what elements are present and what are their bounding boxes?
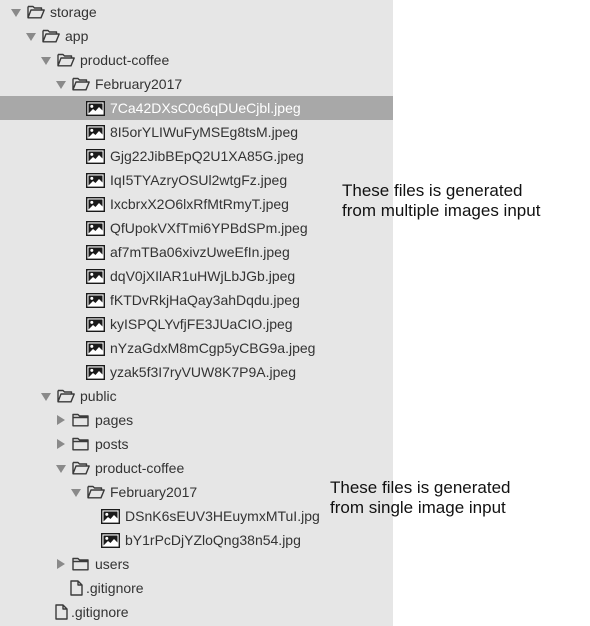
file-tree-panel: storage app product-coffee February2017 7Ca4… <box>0 0 393 626</box>
tree-item-label: users <box>95 556 130 572</box>
image-file-icon <box>86 192 105 216</box>
image-file-icon <box>101 504 120 528</box>
image-file-icon <box>86 336 105 360</box>
tree-item-label: 7Ca42DXsC0c6qDUeCjbl.jpeg <box>110 100 301 116</box>
collapse-arrow-icon[interactable] <box>53 456 67 480</box>
tree-folder-row[interactable]: product-coffee <box>0 48 393 72</box>
tree-item-label: fKTDvRkjHaQay3ahDqdu.jpeg <box>110 292 300 308</box>
collapse-arrow-icon[interactable] <box>23 24 37 48</box>
collapse-arrow-icon[interactable] <box>68 480 82 504</box>
expand-arrow-icon[interactable] <box>53 552 67 576</box>
tree-folder-row[interactable]: February2017 <box>0 72 393 96</box>
tree-item-label: product-coffee <box>95 460 185 476</box>
tree-item-label: af7mTBa06xivzUweEfIn.jpeg <box>110 244 290 260</box>
tree-file-row[interactable]: .gitignore <box>0 600 393 624</box>
annotation-multiple-images: These files is generated from multiple i… <box>342 181 540 221</box>
tree-item-label: kyISPQLYvfjFE3JUaCIO.jpeg <box>110 316 293 332</box>
folder-icon <box>71 432 90 456</box>
tree-item-label: IqI5TYAzryOSUl2wtgFz.jpeg <box>110 172 288 188</box>
tree-item-label: QfUpokVXfTmi6YPBdSPm.jpeg <box>110 220 308 236</box>
tree-file-row[interactable]: Gjg22JibBEpQ2U1XA85G.jpeg <box>0 144 393 168</box>
expand-arrow-icon[interactable] <box>53 408 67 432</box>
tree-file-row[interactable]: dqV0jXIlAR1uHWjLbJGb.jpeg <box>0 264 393 288</box>
folder-icon <box>71 408 90 432</box>
annotation-single-image: These files is generated from single ima… <box>330 478 511 518</box>
folder-open-icon <box>56 384 75 408</box>
tree-folder-row[interactable]: product-coffee <box>0 456 393 480</box>
tree-file-row[interactable]: kyISPQLYvfjFE3JUaCIO.jpeg <box>0 312 393 336</box>
image-file-icon <box>86 216 105 240</box>
tree-folder-row[interactable]: app <box>0 24 393 48</box>
tree-file-row[interactable]: fKTDvRkjHaQay3ahDqdu.jpeg <box>0 288 393 312</box>
tree-file-row[interactable]: bY1rPcDjYZloQng38n54.jpg <box>0 528 393 552</box>
tree-item-label: posts <box>95 436 129 452</box>
image-file-icon <box>86 120 105 144</box>
image-file-icon <box>86 288 105 312</box>
folder-open-icon <box>71 72 90 96</box>
annotation-multiple-line2: from multiple images input <box>342 201 541 220</box>
tree-file-row[interactable]: IqI5TYAzryOSUl2wtgFz.jpeg <box>0 168 393 192</box>
annotation-single-line2: from single image input <box>330 498 506 517</box>
collapse-arrow-icon[interactable] <box>53 72 67 96</box>
file-icon <box>67 576 86 600</box>
annotation-single-line1: These files is generated <box>330 478 511 497</box>
tree-item-label: public <box>80 388 117 404</box>
collapse-arrow-icon[interactable] <box>8 0 22 24</box>
folder-open-icon <box>86 480 105 504</box>
tree-folder-row[interactable]: users <box>0 552 393 576</box>
tree-item-label: storage <box>50 4 97 20</box>
tree-item-label: 8I5orYLIWuFyMSEg8tsM.jpeg <box>110 124 299 140</box>
tree-item-label: DSnK6sEUV3HEuymxMTuI.jpg <box>125 508 320 524</box>
folder-open-icon <box>71 456 90 480</box>
tree-file-row[interactable]: QfUpokVXfTmi6YPBdSPm.jpeg <box>0 216 393 240</box>
annotation-multiple-line1: These files is generated <box>342 181 523 200</box>
image-file-icon <box>86 96 105 120</box>
image-file-icon <box>86 168 105 192</box>
tree-item-label: dqV0jXIlAR1uHWjLbJGb.jpeg <box>110 268 296 284</box>
image-file-icon <box>86 144 105 168</box>
tree-folder-row[interactable]: pages <box>0 408 393 432</box>
tree-file-row[interactable]: 7Ca42DXsC0c6qDUeCjbl.jpeg <box>0 96 393 120</box>
folder-icon <box>71 552 90 576</box>
image-file-icon <box>86 360 105 384</box>
tree-item-label: Gjg22JibBEpQ2U1XA85G.jpeg <box>110 148 304 164</box>
file-icon <box>52 600 71 624</box>
tree-file-row[interactable]: 8I5orYLIWuFyMSEg8tsM.jpeg <box>0 120 393 144</box>
tree-folder-row[interactable]: posts <box>0 432 393 456</box>
collapse-arrow-icon[interactable] <box>38 48 52 72</box>
tree-file-row[interactable]: af7mTBa06xivzUweEfIn.jpeg <box>0 240 393 264</box>
tree-item-label: nYzaGdxM8mCgp5yCBG9a.jpeg <box>110 340 316 356</box>
tree-item-label: product-coffee <box>80 52 170 68</box>
tree-folder-row[interactable]: public <box>0 384 393 408</box>
image-file-icon <box>86 312 105 336</box>
tree-file-row[interactable]: IxcbrxX2O6lxRfMtRmyT.jpeg <box>0 192 393 216</box>
tree-file-row[interactable]: .gitignore <box>0 576 393 600</box>
tree-item-label: bY1rPcDjYZloQng38n54.jpg <box>125 532 301 548</box>
tree-item-label: .gitignore <box>71 604 129 620</box>
tree-item-label: pages <box>95 412 134 428</box>
tree-file-row[interactable]: nYzaGdxM8mCgp5yCBG9a.jpeg <box>0 336 393 360</box>
tree-item-label: February2017 <box>95 76 183 92</box>
tree-item-label: yzak5f3I7ryVUW8K7P9A.jpeg <box>110 364 296 380</box>
expand-arrow-icon[interactable] <box>53 432 67 456</box>
tree-item-label: IxcbrxX2O6lxRfMtRmyT.jpeg <box>110 196 289 212</box>
image-file-icon <box>101 528 120 552</box>
tree-item-label: February2017 <box>110 484 198 500</box>
tree-folder-row[interactable]: storage <box>0 0 393 24</box>
image-file-icon <box>86 240 105 264</box>
tree-file-row[interactable]: yzak5f3I7ryVUW8K7P9A.jpeg <box>0 360 393 384</box>
image-file-icon <box>86 264 105 288</box>
folder-open-icon <box>41 24 60 48</box>
tree-item-label: .gitignore <box>86 580 144 596</box>
tree-item-label: app <box>65 28 89 44</box>
folder-open-icon <box>56 48 75 72</box>
collapse-arrow-icon[interactable] <box>38 384 52 408</box>
folder-open-icon <box>26 0 45 24</box>
